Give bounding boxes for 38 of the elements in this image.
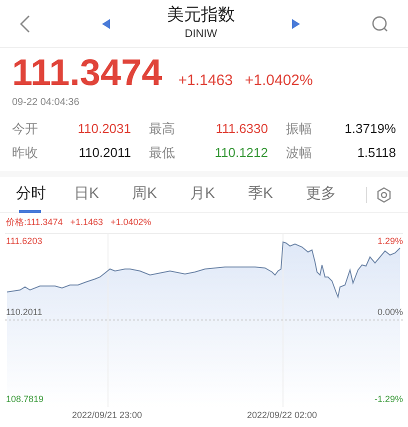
- chart-tab[interactable]: 周K: [132, 176, 190, 212]
- chart-tab[interactable]: 月K: [190, 176, 248, 212]
- stat-label: 波幅: [286, 144, 313, 161]
- axis-label: 1.29%: [377, 234, 403, 248]
- stat-label: 昨收: [12, 144, 39, 161]
- previous-icon[interactable]: [102, 18, 110, 28]
- change-percent: +1.0402%: [244, 71, 313, 91]
- price: 111.3474: [12, 53, 162, 93]
- axis-label: -1.29%: [374, 393, 403, 406]
- next-icon[interactable]: [292, 18, 300, 28]
- chart-tab[interactable]: 分时: [16, 176, 74, 212]
- stat-label: 最低: [149, 144, 176, 161]
- chart-tab[interactable]: 日K: [74, 176, 132, 212]
- chart-legend: 价格:111.3474 +1.1463 +1.0402%: [0, 216, 158, 230]
- stat-value: 1.3719%: [344, 120, 396, 137]
- quote-time: 09-22 04:04:36: [11, 96, 80, 110]
- settings-icon[interactable]: [376, 186, 392, 202]
- chart-tab[interactable]: 季K: [248, 176, 306, 212]
- stat-value: 110.2011: [78, 144, 132, 161]
- stat-value: 1.5118: [356, 144, 396, 161]
- time-axis-label: 2022/09/21 23:00: [72, 408, 144, 422]
- symbol-code: DINIW: [184, 27, 218, 42]
- axis-label: 110.2011: [6, 306, 42, 318]
- stat-value: 110.2031: [76, 120, 132, 137]
- axis-label: 111.6203: [6, 234, 42, 248]
- stat-value: 111.6330: [214, 120, 269, 137]
- stat-label: 振幅: [286, 120, 313, 137]
- stat-label: 今开: [12, 120, 39, 137]
- back-icon[interactable]: [20, 14, 30, 32]
- stat-label: 最高: [149, 120, 176, 137]
- time-axis-label: 2022/09/22 02:00: [247, 408, 318, 422]
- stat-value: 110.1212: [214, 144, 269, 161]
- page-title: 美元指数: [167, 4, 235, 26]
- change: +1.1463: [178, 71, 233, 91]
- chart-tab[interactable]: 更多: [306, 176, 364, 212]
- axis-label: 108.7819: [6, 393, 44, 406]
- axis-label: 0.00%: [377, 306, 403, 318]
- search-icon[interactable]: [372, 16, 388, 32]
